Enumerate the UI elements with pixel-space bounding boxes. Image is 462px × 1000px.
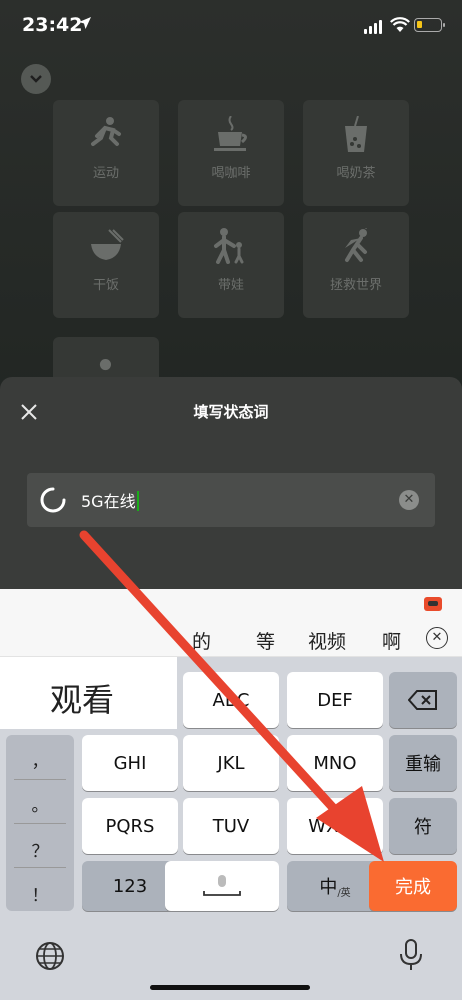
key-def[interactable]: DEF bbox=[287, 672, 383, 728]
backspace-icon bbox=[408, 690, 437, 710]
bubble-tea-icon bbox=[345, 116, 367, 152]
rice-bowl-icon bbox=[91, 229, 124, 260]
tile-label: 喝奶茶 bbox=[336, 166, 376, 181]
coffee-cup-icon bbox=[214, 116, 247, 151]
composing-text: 观看 bbox=[50, 681, 115, 719]
tile-sport[interactable]: 运动 bbox=[53, 100, 159, 206]
key-ghi[interactable]: GHI bbox=[82, 735, 178, 791]
globe-icon[interactable] bbox=[34, 940, 66, 972]
clear-input-icon[interactable]: ✕ bbox=[399, 490, 419, 510]
battery-low-icon bbox=[414, 18, 445, 32]
tile-label: 拯救世界 bbox=[329, 278, 382, 293]
punct-exclaim[interactable]: ！ bbox=[6, 881, 74, 906]
key-abc[interactable]: ABC bbox=[183, 672, 279, 728]
key-wxyz[interactable]: WXYZ bbox=[287, 798, 383, 854]
backspace-key[interactable] bbox=[389, 672, 457, 728]
composing-candidate[interactable]: 观看 bbox=[0, 657, 177, 729]
key-jkl[interactable]: JKL bbox=[183, 735, 279, 791]
tile-save-world[interactable]: 拯救世界 bbox=[303, 212, 409, 318]
parent-child-icon bbox=[214, 228, 244, 264]
signal-bars-icon bbox=[364, 20, 384, 34]
candidate-item[interactable]: 等 bbox=[256, 627, 275, 654]
space-key[interactable] bbox=[165, 861, 279, 911]
key-tuv[interactable]: TUV bbox=[183, 798, 279, 854]
tile-coffee[interactable]: 喝咖啡 bbox=[178, 100, 284, 206]
text-caret bbox=[136, 491, 139, 511]
status-bar: 23:42 bbox=[0, 0, 462, 50]
candidate-item[interactable]: 啊 bbox=[382, 627, 401, 654]
status-text-input[interactable]: 5G在线 ✕ bbox=[27, 473, 435, 527]
tile-label: 运动 bbox=[92, 166, 119, 181]
tile-label: 带娃 bbox=[217, 278, 244, 293]
language-label: 中 bbox=[319, 877, 338, 898]
english-toggle-hint: /英 bbox=[337, 887, 351, 899]
running-icon bbox=[91, 117, 121, 146]
sheet-title: 填写状态词 bbox=[193, 403, 269, 421]
reinput-key[interactable]: 重输 bbox=[389, 735, 457, 791]
candidate-bar: 的 等 视频 啊 ✕ bbox=[0, 619, 462, 657]
punct-period[interactable]: 。 bbox=[6, 791, 74, 816]
punct-comma[interactable]: ， bbox=[6, 747, 74, 772]
tile-childcare[interactable]: 带娃 bbox=[178, 212, 284, 318]
tile-meal[interactable]: 干饭 bbox=[53, 212, 159, 318]
punctuation-column[interactable]: ， 。 ？ ！ bbox=[6, 735, 74, 911]
sogou-logo-icon[interactable] bbox=[424, 597, 442, 611]
wifi-icon bbox=[390, 17, 410, 32]
chevron-down-icon[interactable] bbox=[21, 64, 51, 94]
status-input-sheet: 填写状态词 5G在线 ✕ bbox=[0, 377, 462, 617]
location-arrow-icon bbox=[79, 17, 91, 29]
candidate-item[interactable]: 的 bbox=[192, 627, 211, 654]
key-pqrs[interactable]: PQRS bbox=[82, 798, 178, 854]
tile-milk-tea[interactable]: 喝奶茶 bbox=[303, 100, 409, 206]
microphone-icon[interactable] bbox=[398, 938, 424, 972]
key-mno[interactable]: MNO bbox=[287, 735, 383, 791]
palette-icon bbox=[99, 359, 111, 371]
space-mic-icon bbox=[203, 875, 241, 896]
symbols-key[interactable]: 符 bbox=[389, 798, 457, 854]
done-key[interactable]: 完成 bbox=[369, 861, 457, 911]
numbers-key[interactable]: 123 bbox=[82, 861, 178, 911]
candidate-item[interactable]: 视频 bbox=[308, 627, 346, 654]
loading-spinner-icon bbox=[40, 487, 66, 513]
input-value: 5G在线 bbox=[81, 488, 139, 512]
keyboard-toolbar bbox=[0, 589, 462, 619]
punct-question[interactable]: ？ bbox=[6, 837, 74, 862]
close-candidates-icon[interactable]: ✕ bbox=[426, 627, 448, 649]
status-time: 23:42 bbox=[22, 14, 83, 36]
home-indicator bbox=[150, 985, 310, 990]
superhero-icon bbox=[345, 228, 368, 262]
tile-label: 喝咖啡 bbox=[211, 166, 251, 181]
tile-label: 干饭 bbox=[92, 278, 119, 293]
